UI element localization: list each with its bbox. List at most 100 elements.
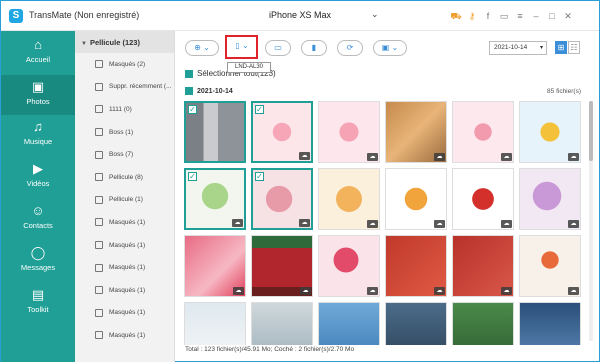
chat-icon[interactable]: ▭	[498, 10, 510, 22]
device-selector[interactable]: iPhone XS Max	[259, 10, 331, 20]
date-select[interactable]: 2021-10-14 ▾	[489, 41, 547, 55]
photo-thumbnail[interactable]: ✓	[184, 101, 246, 163]
album-icon	[95, 263, 103, 272]
album-item[interactable]: Pellicule (8)	[75, 166, 174, 189]
cloud-icon: ☁	[568, 220, 579, 228]
album-item[interactable]: Boss (1)	[75, 121, 174, 144]
album-icon	[95, 308, 103, 317]
album-item[interactable]: Pellicule (1)	[75, 189, 174, 212]
photo-thumbnail[interactable]: ☁	[318, 168, 380, 230]
album-icon	[95, 173, 103, 182]
photo-thumbnail[interactable]: ☁	[385, 168, 447, 230]
title-bar: S TransMate (Non enregistré) iPhone XS M…	[1, 1, 599, 31]
refresh-button[interactable]: ⟳	[337, 40, 363, 56]
triangle-down-icon: ▼	[81, 41, 87, 47]
photo-thumbnail[interactable]: ✓ ☁	[251, 168, 313, 230]
menu-icon[interactable]: ≡	[514, 10, 526, 22]
grid-view-button[interactable]: ⊞	[555, 41, 567, 54]
toolbox-button[interactable]: ▣ ⌄	[373, 40, 407, 56]
sidebar-item-photos[interactable]: ▣ Photos	[1, 75, 75, 115]
album-item[interactable]: 1111 (0)	[75, 98, 174, 121]
photo-thumbnail[interactable]: ☁	[519, 168, 581, 230]
photo-thumbnail[interactable]	[452, 302, 514, 345]
sidebar-item-label: Messages	[20, 263, 56, 272]
checkbox[interactable]: ✓	[255, 172, 264, 181]
date-group-checkbox[interactable]	[185, 87, 193, 95]
checkbox[interactable]: ✓	[188, 172, 197, 181]
photo-thumbnail[interactable]: ☁	[452, 235, 514, 297]
photo-thumbnail[interactable]: ✓ ☁	[184, 168, 246, 230]
sidebar-item-messages[interactable]: ◯ Messages	[1, 241, 75, 281]
maximize-icon[interactable]: □	[546, 10, 558, 22]
photo-thumbnail[interactable]: ☁	[251, 235, 313, 297]
file-count: 85 fichier(s)	[547, 88, 581, 95]
select-all-checkbox[interactable]	[185, 69, 193, 78]
music-icon: ♫	[33, 119, 43, 134]
cloud-icon: ☁	[299, 152, 310, 160]
photo-thumbnail[interactable]: ☁	[452, 101, 514, 163]
sidebar-item-toolkit[interactable]: ▤ Toolkit	[1, 283, 75, 323]
photo-thumbnail[interactable]	[519, 302, 581, 345]
close-icon[interactable]: ✕	[562, 10, 574, 22]
toolkit-icon: ▤	[31, 287, 45, 302]
scrollbar[interactable]	[589, 101, 593, 341]
video-icon: ▶	[33, 161, 43, 176]
photo-thumbnail[interactable]: ☁	[519, 235, 581, 297]
sidebar-item-label: Vidéos	[26, 179, 50, 188]
app-logo-icon: S	[9, 9, 23, 23]
album-item[interactable]: Masqués (1)	[75, 211, 174, 234]
photo-thumbnail[interactable]: ☁	[318, 235, 380, 297]
album-header[interactable]: ▼ Pellicule (123)	[75, 31, 174, 53]
sidebar-item-label: Accueil	[25, 55, 51, 64]
album-item[interactable]: Suppr. récemment (...	[75, 76, 174, 99]
cloud-icon: ☁	[233, 287, 244, 295]
date-group-header: 2021-10-14	[185, 87, 233, 95]
photo-thumbnail[interactable]	[184, 302, 246, 345]
sidebar-item-musique[interactable]: ♫ Musique	[1, 115, 75, 155]
cart-icon[interactable]: ⛟	[450, 10, 462, 22]
album-item[interactable]: Masqués (1)	[75, 279, 174, 302]
app-window: S TransMate (Non enregistré) iPhone XS M…	[0, 0, 600, 362]
facebook-icon[interactable]: f	[482, 10, 494, 22]
scrollbar-thumb[interactable]	[589, 101, 593, 161]
album-item[interactable]: Boss (7)	[75, 143, 174, 166]
cloud-icon: ☁	[434, 153, 445, 161]
sidebar-item-accueil[interactable]: ⌂ Accueil	[1, 33, 75, 73]
album-item[interactable]: Masqués (2)	[75, 53, 174, 76]
checkbox[interactable]: ✓	[255, 105, 264, 114]
photo-thumbnail[interactable]	[318, 302, 380, 345]
photo-thumbnail[interactable]: ☁	[452, 168, 514, 230]
key-icon[interactable]: ⚷	[466, 10, 478, 22]
cloud-icon: ☁	[568, 153, 579, 161]
album-item[interactable]: Masqués (1)	[75, 324, 174, 347]
checkbox[interactable]: ✓	[188, 105, 197, 114]
photo-thumbnail[interactable]: ☁	[385, 235, 447, 297]
list-view-button[interactable]: ☷	[568, 41, 580, 54]
sidebar-item-videos[interactable]: ▶ Vidéos	[1, 157, 75, 197]
photo-thumbnail[interactable]: ✓ ☁	[251, 101, 313, 163]
photo-grid: ✓ ✓ ☁ ☁ ☁ ☁ ☁ ✓ ☁ ✓ ☁ ☁ ☁ ☁ ☁ ☁ ☁ ☁ ☁ ☁ ☁	[184, 101, 584, 345]
album-item[interactable]: Masqués (1)	[75, 256, 174, 279]
album-item[interactable]: Masqués (1)	[75, 234, 174, 257]
cloud-icon: ☁	[434, 287, 445, 295]
photo-thumbnail[interactable]: ☁	[519, 101, 581, 163]
photo-thumbnail[interactable]	[251, 302, 313, 345]
trash-icon	[95, 82, 103, 91]
photo-thumbnail[interactable]: ☁	[184, 235, 246, 297]
app-title: TransMate (Non enregistré)	[29, 10, 140, 20]
sidebar: ⌂ Accueil ▣ Photos ♫ Musique ▶ Vidéos ☺ …	[1, 31, 75, 362]
photo-thumbnail[interactable]	[385, 302, 447, 345]
minimize-icon[interactable]: –	[530, 10, 542, 22]
album-icon	[95, 195, 103, 204]
sidebar-item-contacts[interactable]: ☺ Contacts	[1, 199, 75, 239]
delete-button[interactable]: ▮	[301, 40, 327, 56]
highlight-box	[225, 35, 258, 59]
home-icon: ⌂	[34, 37, 42, 52]
photo-thumbnail[interactable]: ☁	[318, 101, 380, 163]
export-to-pc-button[interactable]: ▭	[265, 40, 291, 56]
chevron-down-icon[interactable]: ⌄	[371, 9, 379, 20]
add-button[interactable]: ⊕ ⌄	[185, 40, 219, 56]
cloud-icon: ☁	[568, 287, 579, 295]
album-item[interactable]: Masqués (1)	[75, 302, 174, 325]
photo-thumbnail[interactable]: ☁	[385, 101, 447, 163]
